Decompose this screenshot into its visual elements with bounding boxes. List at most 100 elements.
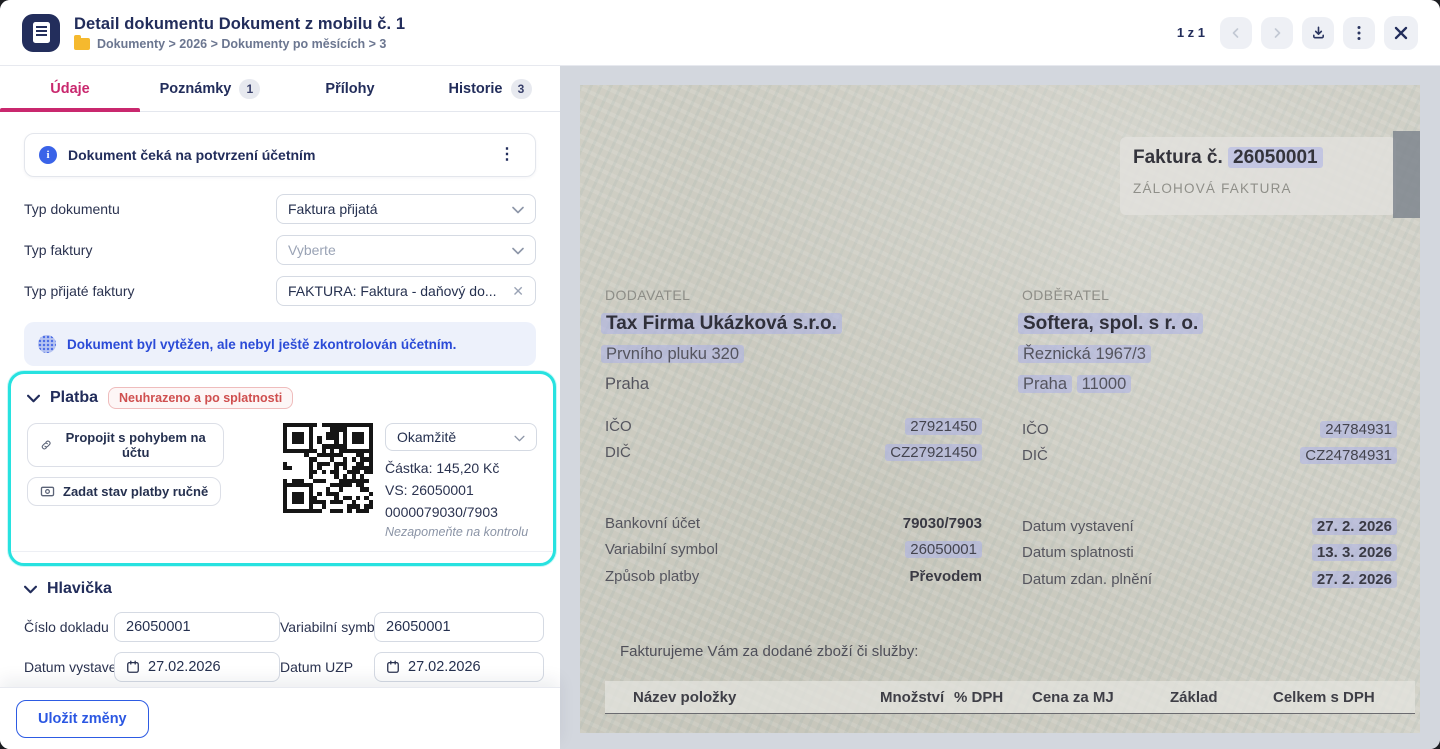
calendar-icon [126, 660, 140, 674]
invoice-intro-text: Fakturujeme Vám za dodané zboží či služb… [620, 643, 918, 660]
customer-city: Praha 11000 [1018, 375, 1131, 394]
calendar-icon [386, 660, 400, 674]
panel-footer: Uložit změny [0, 687, 560, 749]
supplier-city: Praha [605, 375, 649, 394]
top-bar: Detail dokumentu Dokument z mobilu č. 1 … [0, 0, 1440, 66]
payment-timing-select[interactable]: Okamžitě [385, 423, 537, 451]
col-item-name: Název položky [633, 689, 736, 706]
link-icon [40, 438, 52, 452]
payment-note: Nezapomeňte na kontrolu [385, 525, 537, 539]
clear-icon[interactable]: ✕ [512, 283, 524, 300]
status-text: Dokument čeká na potvrzení účetním [68, 147, 315, 163]
tax-date-value: 27. 2. 2026 [1022, 571, 1397, 588]
supplier-name: Tax Firma Ukázková s.r.o. [601, 313, 842, 335]
info-icon: i [39, 146, 57, 164]
variabilni-symbol-label: Variabilní symbol [280, 619, 374, 635]
payment-amount: Částka: 145,20 Kč [385, 460, 537, 476]
datum-uzp-label: Datum UZP [280, 659, 374, 675]
hlavicka-section-title: Hlavička [47, 580, 112, 598]
collapse-chevron-icon[interactable] [24, 585, 37, 594]
chevron-down-icon [512, 201, 524, 217]
document-icon [22, 14, 60, 52]
document-preview-area: Faktura č. 26050001 ZÁLOHOVÁ FAKTURA DOD… [560, 66, 1440, 749]
payment-method-value: Převodem [605, 568, 982, 585]
link-bank-movement-button[interactable]: Propojit s pohybem na účtu [27, 423, 224, 467]
poznamky-count-badge: 1 [239, 79, 260, 99]
cislo-dokladu-input[interactable]: 26050001 [114, 612, 280, 642]
qr-code [283, 423, 373, 513]
col-base: Základ [1170, 689, 1218, 706]
bank-account-value: 79030/7903 [605, 515, 982, 532]
close-icon [1393, 25, 1409, 41]
due-date-value: 13. 3. 2026 [1022, 544, 1397, 561]
form-row-typ-faktury: Typ faktury Vyberte [24, 235, 536, 265]
issue-date-value: 27. 2. 2026 [1022, 518, 1397, 535]
prev-document-button[interactable] [1220, 17, 1252, 49]
form-row-typ-dokumentu: Typ dokumentu Faktura přijatá [24, 194, 536, 224]
breadcrumb[interactable]: Dokumenty > 2026 > Dokumenty po měsících… [74, 37, 405, 51]
form-row-typ-prijate-faktury: Typ přijaté faktury FAKTURA: Faktura - d… [24, 276, 536, 306]
datum-uzp-input[interactable]: 27.02.2026 [374, 652, 544, 682]
cislo-dokladu-label: Číslo dokladu [24, 619, 114, 635]
col-quantity: Množství [880, 689, 944, 706]
page-counter: 1 z 1 [1177, 25, 1205, 40]
col-vat: % DPH [954, 689, 1003, 706]
chevron-down-icon [512, 242, 524, 258]
download-icon [1311, 25, 1326, 40]
datum-vystaveni-label: Datum vystavení [24, 659, 114, 675]
invoice-photo[interactable]: Faktura č. 26050001 ZÁLOHOVÁ FAKTURA DOD… [580, 85, 1420, 733]
chevron-left-icon [1230, 27, 1242, 39]
more-actions-button[interactable] [1343, 17, 1375, 49]
ocr-info-text: Dokument byl vytěžen, ale nebyl ještě zk… [67, 337, 456, 352]
chevron-down-icon [514, 429, 525, 445]
collapse-chevron-icon[interactable] [27, 394, 40, 403]
tab-historie[interactable]: Historie3 [420, 66, 560, 111]
ocr-info-banner: Dokument byl vytěžen, ale nebyl ještě zk… [24, 322, 536, 366]
download-button[interactable] [1302, 17, 1334, 49]
folder-icon [74, 38, 90, 50]
payment-status-badge: Neuhrazeno a po splatnosti [108, 387, 293, 409]
supplier-heading: DODAVATEL [605, 287, 690, 303]
payment-section-highlighted: Platba Neuhrazeno a po splatnosti Propoj… [8, 371, 556, 566]
variable-symbol-value: 26050001 [605, 541, 982, 558]
typ-dokumentu-label: Typ dokumentu [24, 201, 120, 217]
customer-ico-value: 24784931 [1022, 421, 1397, 438]
datum-vystaveni-input[interactable]: 27.02.2026 [114, 652, 280, 682]
typ-faktury-label: Typ faktury [24, 242, 92, 258]
invoice-subtitle: ZÁLOHOVÁ FAKTURA [1133, 181, 1292, 196]
col-unit-price: Cena za MJ [1032, 689, 1114, 706]
customer-heading: ODBĚRATEL [1022, 287, 1109, 303]
kebab-icon [1357, 25, 1361, 41]
banknote-icon [40, 485, 55, 498]
typ-dokumentu-select[interactable]: Faktura přijatá [276, 194, 536, 224]
supplier-street: Prvního pluku 320 [601, 345, 744, 364]
variabilni-symbol-input[interactable]: 26050001 [374, 612, 544, 642]
breadcrumb-path: Dokumenty > 2026 > Dokumenty po měsících… [97, 37, 386, 51]
typ-faktury-select[interactable]: Vyberte [276, 235, 536, 265]
payment-section-title: Platba [50, 389, 98, 407]
typ-prijate-faktury-label: Typ přijaté faktury [24, 283, 135, 299]
customer-name: Softera, spol. s r. o. [1018, 313, 1203, 335]
tab-content: i Dokument čeká na potvrzení účetním ⋮ T… [0, 112, 560, 749]
ai-extraction-icon [38, 335, 56, 353]
customer-zip: 11000 [1077, 375, 1132, 393]
document-detail-window: Detail dokumentu Dokument z mobilu č. 1 … [0, 0, 1440, 749]
tab-udaje[interactable]: Údaje [0, 66, 140, 111]
tab-poznamky[interactable]: Poznámky1 [140, 66, 280, 111]
col-total-vat: Celkem s DPH [1273, 689, 1375, 706]
chevron-right-icon [1271, 27, 1283, 39]
payment-vs: VS: 26050001 [385, 482, 537, 498]
next-document-button[interactable] [1261, 17, 1293, 49]
save-button[interactable]: Uložit změny [16, 700, 149, 738]
extracted-invoice-number: 26050001 [1228, 147, 1323, 168]
payment-account: 0000079030/7903 [385, 504, 537, 520]
status-card: i Dokument čeká na potvrzení účetním ⋮ [24, 133, 536, 177]
tab-prilohy[interactable]: Přílohy [280, 66, 420, 111]
detail-panel: Údaje Poznámky1 Přílohy Historie3 i Doku… [0, 66, 560, 749]
close-button[interactable] [1384, 16, 1418, 50]
status-menu-button[interactable]: ⋮ [493, 143, 521, 167]
photo-scrollbar-thumb [1393, 131, 1420, 218]
manual-payment-status-button[interactable]: Zadat stav platby ručně [27, 477, 221, 506]
historie-count-badge: 3 [511, 79, 532, 99]
typ-prijate-faktury-select[interactable]: FAKTURA: Faktura - daňový do... ✕ [276, 276, 536, 306]
